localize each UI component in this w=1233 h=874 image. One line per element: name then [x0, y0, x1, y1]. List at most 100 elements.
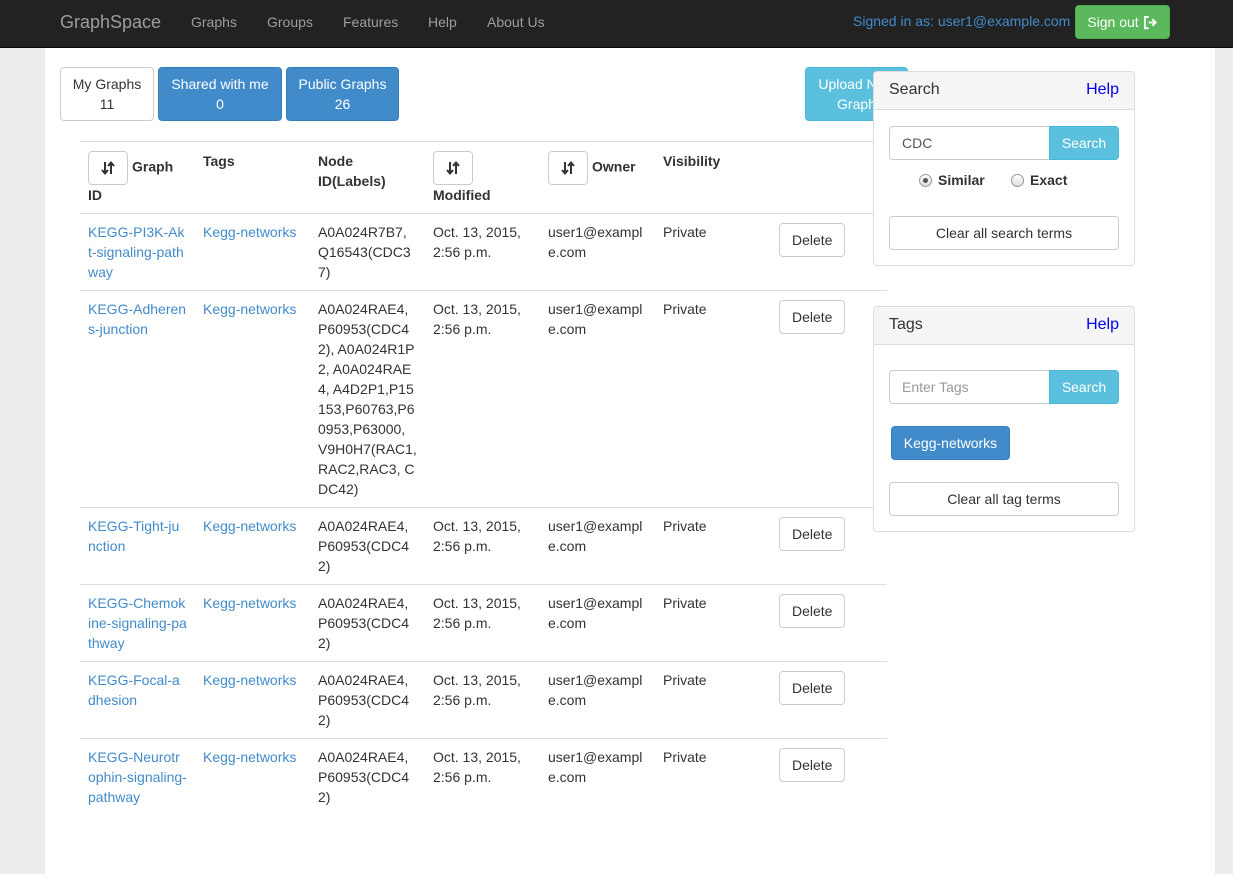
radio-exact-label: Exact [1030, 172, 1068, 188]
radio-similar[interactable]: Similar [919, 172, 985, 188]
table-row: KEGG-Adherens-junction Kegg-networks A0A02… [80, 290, 887, 508]
tags-panel: Tags Help Search Kegg-networks Clear all… [873, 306, 1135, 532]
cell-graph-id: KEGG-PI3K-Akt-signaling-pathway [80, 213, 195, 291]
header-modified: Modified [425, 141, 540, 214]
sort-graph-id-button[interactable] [88, 151, 128, 185]
tag-link[interactable]: Kegg-networks [203, 518, 296, 534]
header-node-id: Node ID(Labels) [310, 141, 425, 214]
signed-in-text[interactable]: Signed in as: user1@example.com [853, 13, 1070, 29]
table-row: KEGG-Neurotrophin-signaling-pathway Kegg-… [80, 738, 887, 815]
tag-link[interactable]: Kegg-networks [203, 595, 296, 611]
tags-panel-heading: Tags Help [874, 307, 1134, 345]
graphs-table-wrapper: Graph ID Tags Node ID(Labels) Modified O… [80, 141, 887, 815]
table-row: KEGG-Focal-adhesion Kegg-networks A0A024RA… [80, 661, 887, 739]
graph-id-link[interactable]: KEGG-Chemokine-signaling-pathway [88, 595, 187, 651]
table-row: KEGG-PI3K-Akt-signaling-pathway Kegg-netw… [80, 213, 887, 291]
delete-button[interactable]: Delete [779, 671, 846, 705]
clear-search-terms-button[interactable]: Clear all search terms [889, 216, 1119, 250]
nav-features[interactable]: Features [343, 14, 398, 30]
radio-exact[interactable]: Exact [1011, 172, 1067, 188]
graph-id-link[interactable]: KEGG-Tight-junction [88, 518, 179, 554]
cell-graph-id: KEGG-Focal-adhesion [80, 661, 195, 739]
delete-button[interactable]: Delete [779, 517, 846, 551]
cell-visibility: Private [655, 584, 771, 662]
nav-help[interactable]: Help [428, 14, 457, 30]
clear-tag-terms-button[interactable]: Clear all tag terms [889, 482, 1119, 516]
cell-actions: Delete [771, 213, 887, 291]
sign-out-button[interactable]: Sign out [1075, 5, 1170, 39]
search-panel-heading: Search Help [874, 72, 1134, 110]
header-visibility: Visibility [655, 141, 771, 214]
table-row: KEGG-Tight-junction Kegg-networks A0A024RA… [80, 507, 887, 585]
radio-similar-dot[interactable] [919, 173, 932, 187]
graph-id-link[interactable]: KEGG-Adherens-junction [88, 301, 186, 337]
radio-exact-dot[interactable] [1011, 173, 1024, 187]
tag-link[interactable]: Kegg-networks [203, 224, 296, 240]
header-graph-id: Graph ID [80, 141, 195, 214]
upload-line-2: Graph [837, 96, 876, 112]
table-row: KEGG-Chemokine-signaling-pathway Kegg-net… [80, 584, 887, 662]
tags-panel-title: Tags [889, 316, 923, 333]
cell-node-ids: A0A024RAE4, P60953(CDC42) [310, 661, 425, 739]
search-help-link[interactable]: Help [1086, 81, 1119, 99]
sort-owner-button[interactable] [548, 151, 588, 185]
cell-owner: user1@example.com [540, 584, 655, 662]
active-tag-chip[interactable]: Kegg-networks [891, 426, 1010, 460]
cell-modified: Oct. 13, 2015, 2:56 p.m. [425, 507, 540, 585]
radio-similar-label: Similar [938, 172, 985, 188]
cell-visibility: Private [655, 290, 771, 508]
graph-id-link[interactable]: KEGG-PI3K-Akt-signaling-pathway [88, 224, 184, 280]
search-panel-title: Search [889, 81, 940, 98]
cell-owner: user1@example.com [540, 290, 655, 508]
cell-modified: Oct. 13, 2015, 2:56 p.m. [425, 213, 540, 291]
cell-node-ids: A0A024R7B7, Q16543(CDC37) [310, 213, 425, 291]
delete-button[interactable]: Delete [779, 223, 846, 257]
cell-node-ids: A0A024RAE4, P60953(CDC42), A0A024R1P2, A… [310, 290, 425, 508]
table-header-row: Graph ID Tags Node ID(Labels) Modified O… [80, 141, 887, 214]
nav-graphs[interactable]: Graphs [191, 14, 237, 30]
cell-modified: Oct. 13, 2015, 2:56 p.m. [425, 584, 540, 662]
graph-id-link[interactable]: KEGG-Neurotrophin-signaling-pathway [88, 749, 187, 805]
search-button[interactable]: Search [1049, 126, 1119, 160]
navbar: GraphSpace Graphs Groups Features Help A… [0, 0, 1233, 48]
delete-button[interactable]: Delete [779, 748, 846, 782]
tab-public-graphs[interactable]: Public Graphs 26 [286, 67, 399, 121]
tag-link[interactable]: Kegg-networks [203, 301, 296, 317]
cell-modified: Oct. 13, 2015, 2:56 p.m. [425, 661, 540, 739]
header-actions [771, 141, 887, 214]
cell-actions: Delete [771, 507, 887, 585]
tab-my-graphs[interactable]: My Graphs 11 [60, 67, 154, 121]
tab-my-graphs-label: My Graphs [72, 76, 142, 92]
cell-modified: Oct. 13, 2015, 2:56 p.m. [425, 738, 540, 815]
graph-id-link[interactable]: KEGG-Focal-adhesion [88, 672, 180, 708]
tab-shared-count: 0 [216, 96, 224, 112]
cell-tags: Kegg-networks [195, 738, 310, 815]
tab-shared-label: Shared with me [171, 76, 269, 92]
tag-link[interactable]: Kegg-networks [203, 672, 296, 688]
cell-owner: user1@example.com [540, 507, 655, 585]
cell-tags: Kegg-networks [195, 661, 310, 739]
cell-graph-id: KEGG-Chemokine-signaling-pathway [80, 584, 195, 662]
tag-link[interactable]: Kegg-networks [203, 749, 296, 765]
nav-about-us[interactable]: About Us [487, 14, 545, 30]
tab-my-graphs-count: 11 [99, 96, 115, 112]
sort-icon [561, 160, 575, 176]
sort-icon [101, 160, 115, 176]
search-input[interactable] [889, 126, 1049, 160]
delete-button[interactable]: Delete [779, 594, 846, 628]
sort-modified-button[interactable] [433, 151, 473, 185]
cell-node-ids: A0A024RAE4, P60953(CDC42) [310, 738, 425, 815]
tags-help-link[interactable]: Help [1086, 316, 1119, 334]
cell-visibility: Private [655, 213, 771, 291]
tags-input[interactable] [889, 370, 1049, 404]
tags-input-group: Search [889, 370, 1119, 404]
nav-groups[interactable]: Groups [267, 14, 313, 30]
delete-button[interactable]: Delete [779, 300, 846, 334]
brand-link[interactable]: GraphSpace [60, 12, 161, 33]
cell-node-ids: A0A024RAE4, P60953(CDC42) [310, 584, 425, 662]
header-owner: Owner [540, 141, 655, 214]
cell-actions: Delete [771, 290, 887, 508]
tags-search-button[interactable]: Search [1049, 370, 1119, 404]
tab-shared-with-me[interactable]: Shared with me 0 [158, 67, 282, 121]
tab-public-count: 26 [334, 96, 351, 112]
